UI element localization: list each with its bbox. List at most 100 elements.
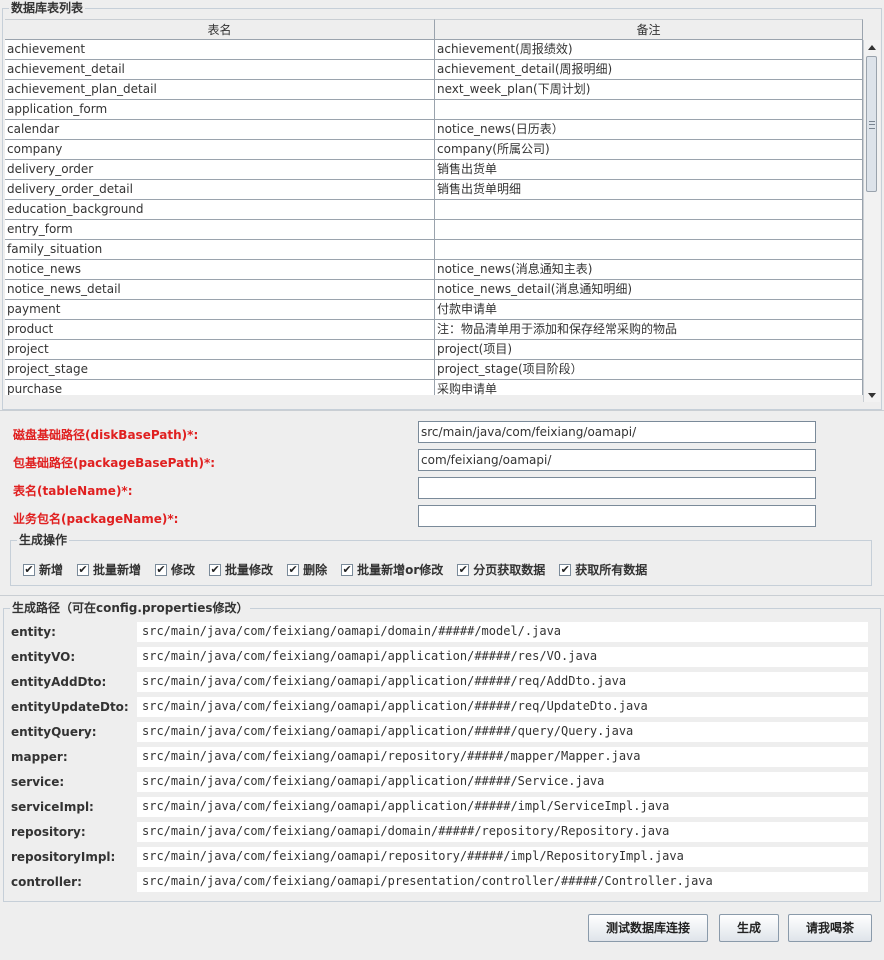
checkbox-check-icon[interactable]: ✔ xyxy=(23,563,35,576)
path-value-field[interactable]: src/main/java/com/feixiang/oamapi/applic… xyxy=(137,647,868,667)
table-row[interactable]: delivery_order 销售出货单 xyxy=(5,160,863,180)
disk-base-path-input[interactable]: src/main/java/com/feixiang/oamapi/ xyxy=(418,421,816,443)
remark-cell[interactable]: 付款申请单 xyxy=(435,300,863,320)
remark-cell[interactable]: 采购申请单 xyxy=(435,380,863,395)
column-header-remark[interactable]: 备注 xyxy=(435,19,863,39)
table-row[interactable]: company company(所属公司) xyxy=(5,140,863,160)
table-row[interactable]: achievement achievement(周报绩效) xyxy=(5,40,863,60)
remark-cell[interactable]: 销售出货单明细 xyxy=(435,180,863,200)
path-value-field[interactable]: src/main/java/com/feixiang/oamapi/applic… xyxy=(137,672,868,692)
path-label: controller: xyxy=(11,875,82,889)
remark-cell[interactable] xyxy=(435,220,863,240)
checkbox-check-icon[interactable]: ✔ xyxy=(209,563,222,576)
table-row[interactable]: project project(项目) xyxy=(5,340,863,360)
table-name-cell[interactable]: delivery_order_detail xyxy=(5,180,435,200)
table-name-cell[interactable]: payment xyxy=(5,300,435,320)
op-checkbox[interactable]: ✔ 新增 xyxy=(23,561,63,578)
table-name-input[interactable] xyxy=(418,477,816,499)
table-name-cell[interactable]: application_form xyxy=(5,100,435,120)
op-checkbox-label: 分页获取数据 xyxy=(473,563,546,577)
op-checkbox[interactable]: ✔ 获取所有数据 xyxy=(559,561,647,578)
checkbox-check-icon[interactable]: ✔ xyxy=(155,563,168,576)
remark-cell[interactable]: 销售出货单 xyxy=(435,160,863,180)
table-row[interactable]: achievement_detail achievement_detail(周报明… xyxy=(5,60,863,80)
remark-cell[interactable]: next_week_plan(下周计划) xyxy=(435,80,863,100)
checkbox-check-icon[interactable]: ✔ xyxy=(559,563,572,576)
scroll-up-icon[interactable] xyxy=(864,40,880,54)
remark-cell[interactable] xyxy=(435,100,863,120)
table-name-cell[interactable]: achievement_detail xyxy=(5,60,435,80)
remark-cell[interactable]: achievement_detail(周报明细) xyxy=(435,60,863,80)
op-checkbox-label: 修改 xyxy=(171,563,196,577)
remark-cell[interactable]: notice_news(日历表） xyxy=(435,120,863,140)
table-row[interactable]: family_situation xyxy=(5,240,863,260)
path-label: entityQuery: xyxy=(11,725,97,739)
table-name-cell[interactable]: company xyxy=(5,140,435,160)
table-name-cell[interactable]: achievement_plan_detail xyxy=(5,80,435,100)
table-row[interactable]: calendar notice_news(日历表） xyxy=(5,120,863,140)
remark-cell[interactable]: company(所属公司) xyxy=(435,140,863,160)
remark-cell[interactable] xyxy=(435,200,863,220)
table-row[interactable]: payment 付款申请单 xyxy=(5,300,863,320)
path-value-field[interactable]: src/main/java/com/feixiang/oamapi/domain… xyxy=(137,622,868,642)
test-connection-button[interactable]: 测试数据库连接 xyxy=(588,914,708,942)
path-label: repositoryImpl: xyxy=(11,850,116,864)
remark-cell[interactable]: achievement(周报绩效) xyxy=(435,40,863,60)
op-checkbox[interactable]: ✔ 批量修改 xyxy=(209,561,273,578)
op-checkbox[interactable]: ✔ 删除 xyxy=(287,561,327,578)
table-row[interactable]: delivery_order_detail 销售出货单明细 xyxy=(5,180,863,200)
tea-button[interactable]: 请我喝茶 xyxy=(788,914,872,942)
path-value-field[interactable]: src/main/java/com/feixiang/oamapi/presen… xyxy=(137,872,868,892)
path-value-field[interactable]: src/main/java/com/feixiang/oamapi/reposi… xyxy=(137,747,868,767)
scroll-down-icon[interactable] xyxy=(864,388,880,402)
checkbox-check-icon[interactable]: ✔ xyxy=(77,563,90,576)
table-row[interactable]: product 注：物品清单用于添加和保存经常采购的物品 xyxy=(5,320,863,340)
table-row[interactable]: education_background xyxy=(5,200,863,220)
table-scrollbar[interactable] xyxy=(863,40,880,402)
table-row[interactable]: purchase 采购申请单 xyxy=(5,380,863,395)
table-row[interactable]: achievement_plan_detail next_week_plan(下周… xyxy=(5,80,863,100)
table-row[interactable]: project_stage project_stage(项目阶段） xyxy=(5,360,863,380)
checkbox-check-icon[interactable]: ✔ xyxy=(287,563,300,576)
table-name-cell[interactable]: project_stage xyxy=(5,360,435,380)
remark-cell[interactable]: project_stage(项目阶段） xyxy=(435,360,863,380)
checkbox-check-icon[interactable]: ✔ xyxy=(341,563,354,576)
table-name-cell[interactable]: achievement xyxy=(5,40,435,60)
table-row[interactable]: notice_news notice_news(消息通知主表) xyxy=(5,260,863,280)
remark-cell[interactable] xyxy=(435,240,863,260)
path-value-field[interactable]: src/main/java/com/feixiang/oamapi/applic… xyxy=(137,697,868,717)
package-name-input[interactable] xyxy=(418,505,816,527)
table-name-cell[interactable]: purchase xyxy=(5,380,435,395)
remark-cell[interactable]: notice_news(消息通知主表) xyxy=(435,260,863,280)
table-name-cell[interactable]: delivery_order xyxy=(5,160,435,180)
remark-cell[interactable]: project(项目) xyxy=(435,340,863,360)
op-checkbox[interactable]: ✔ 修改 xyxy=(155,561,195,578)
table-row[interactable]: notice_news_detail notice_news_detail(消息通… xyxy=(5,280,863,300)
remark-cell[interactable]: 注：物品清单用于添加和保存经常采购的物品 xyxy=(435,320,863,340)
checkbox-check-icon[interactable]: ✔ xyxy=(457,563,470,576)
table-name-cell[interactable]: notice_news_detail xyxy=(5,280,435,300)
scroll-thumb[interactable] xyxy=(866,56,877,192)
remark-cell[interactable]: notice_news_detail(消息通知明细) xyxy=(435,280,863,300)
table-name-cell[interactable]: project xyxy=(5,340,435,360)
path-value-field[interactable]: src/main/java/com/feixiang/oamapi/applic… xyxy=(137,797,868,817)
table-name-cell[interactable]: education_background xyxy=(5,200,435,220)
package-base-path-input[interactable]: com/feixiang/oamapi/ xyxy=(418,449,816,471)
table-name-cell[interactable]: product xyxy=(5,320,435,340)
table-row[interactable]: entry_form xyxy=(5,220,863,240)
op-checkbox[interactable]: ✔ 批量新增or修改 xyxy=(341,561,443,578)
generate-button[interactable]: 生成 xyxy=(719,914,779,942)
column-header-table-name[interactable]: 表名 xyxy=(5,19,435,39)
table-name-cell[interactable]: notice_news xyxy=(5,260,435,280)
table-name-cell[interactable]: family_situation xyxy=(5,240,435,260)
table-row[interactable]: application_form xyxy=(5,100,863,120)
table-name-cell[interactable]: calendar xyxy=(5,120,435,140)
generate-ops-title: 生成操作 xyxy=(17,533,70,547)
path-value-field[interactable]: src/main/java/com/feixiang/oamapi/applic… xyxy=(137,722,868,742)
path-value-field[interactable]: src/main/java/com/feixiang/oamapi/applic… xyxy=(137,772,868,792)
op-checkbox[interactable]: ✔ 分页获取数据 xyxy=(457,561,545,578)
table-name-cell[interactable]: entry_form xyxy=(5,220,435,240)
path-value-field[interactable]: src/main/java/com/feixiang/oamapi/domain… xyxy=(137,822,868,842)
path-value-field[interactable]: src/main/java/com/feixiang/oamapi/reposi… xyxy=(137,847,868,867)
op-checkbox[interactable]: ✔ 批量新增 xyxy=(77,561,141,578)
